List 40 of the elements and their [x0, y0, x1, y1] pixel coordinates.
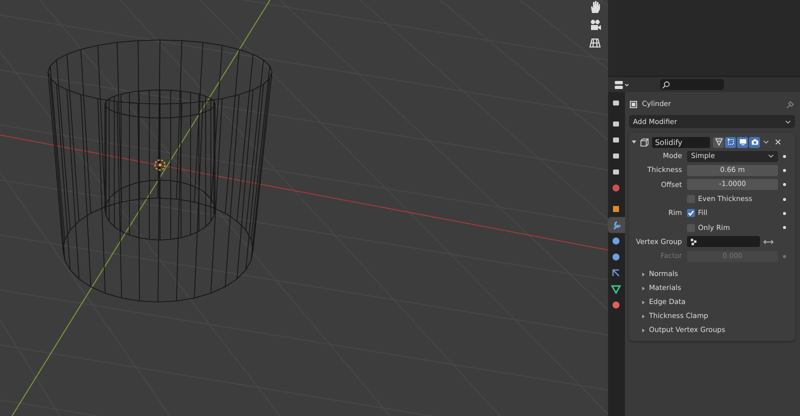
vertex-group-field[interactable]	[687, 236, 760, 248]
triangle-mesh-icon	[714, 138, 722, 146]
search-icon	[662, 80, 670, 88]
editor-type-icon[interactable]	[614, 80, 630, 90]
keyframe-dot-icon[interactable]	[783, 254, 786, 258]
keyframe-dot-icon[interactable]	[783, 168, 786, 172]
collapse-triangle-icon[interactable]	[631, 139, 637, 145]
hand-icon[interactable]	[588, 0, 602, 14]
pin-icon[interactable]	[786, 100, 795, 108]
invert-arrows-icon[interactable]	[763, 238, 774, 246]
modifier-toggle-button[interactable]	[725, 136, 736, 148]
chevron-down-icon	[785, 120, 791, 124]
close-icon[interactable]	[775, 139, 781, 145]
origin-icon	[154, 159, 166, 171]
modifiers-tab-icon	[612, 220, 622, 230]
keyframe-dot-icon[interactable]	[783, 226, 786, 230]
keyframe-dot-icon[interactable]	[783, 154, 786, 158]
world-tab-icon	[610, 183, 620, 193]
monitor-icon	[738, 138, 746, 146]
camera-icon[interactable]	[588, 18, 602, 32]
constraints-tab-icon	[610, 268, 620, 278]
data-tab-icon	[610, 284, 620, 294]
grid-icon[interactable]	[588, 36, 602, 50]
keyframe-dot-icon[interactable]	[783, 198, 786, 201]
chevron-down-icon	[768, 154, 774, 158]
modifier-icon	[640, 138, 649, 146]
object-tab-icon	[610, 204, 620, 214]
keyframe-dot-icon[interactable]	[783, 212, 786, 215]
search-field[interactable]	[660, 79, 724, 90]
mesh-object-icon	[629, 100, 638, 108]
modifier-toggle-button[interactable]	[737, 136, 748, 148]
vertex-group-icon	[690, 238, 698, 246]
camera-icon	[750, 138, 758, 146]
material-tab-icon	[610, 300, 620, 310]
edit-mode-icon	[726, 138, 734, 146]
keyframe-dot-icon[interactable]	[783, 183, 786, 186]
modifier-toggle-button[interactable]	[713, 136, 724, 148]
modifier-toggle-button[interactable]	[749, 136, 760, 148]
chevron-down-icon[interactable]	[763, 140, 769, 144]
checkbox[interactable]	[687, 209, 695, 218]
